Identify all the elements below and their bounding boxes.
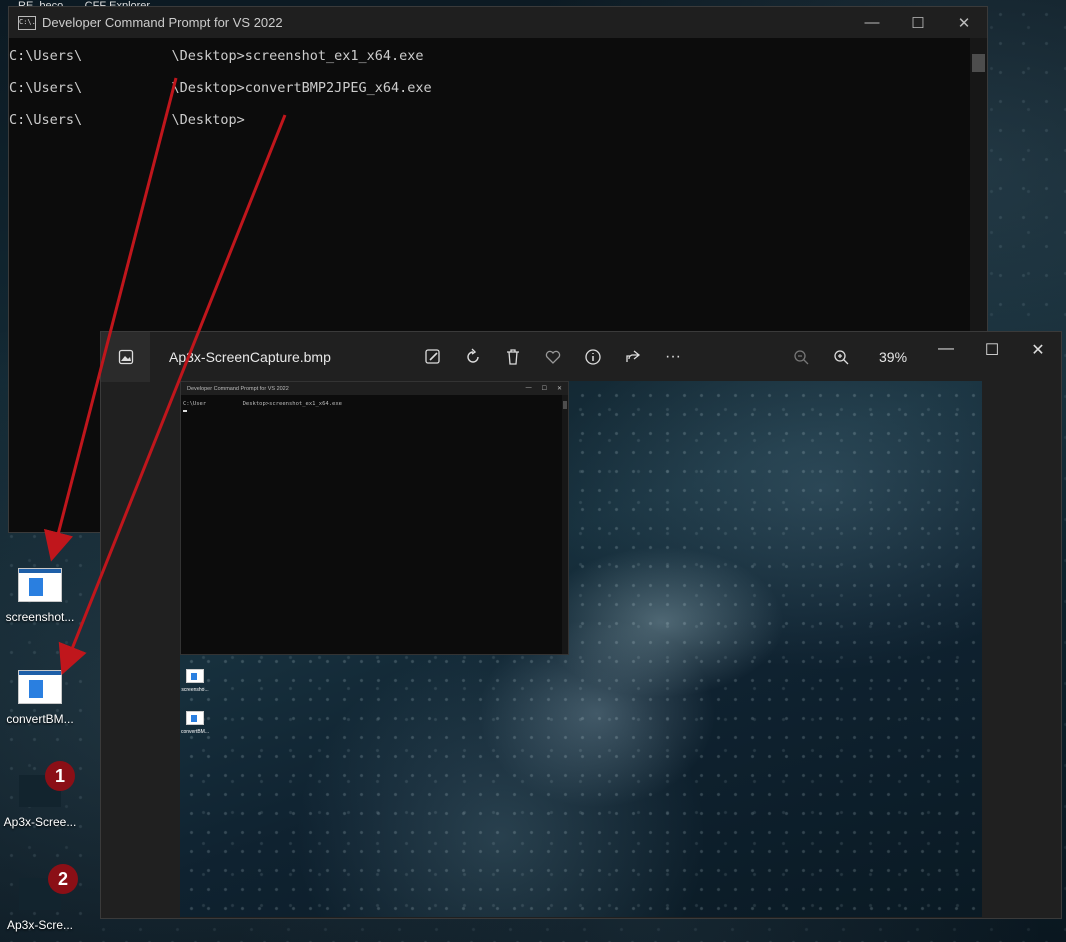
cmd-title: Developer Command Prompt for VS 2022: [42, 15, 283, 30]
thumbnail-titlebar: Developer Command Prompt for VS 2022 — ☐ ✕: [181, 382, 568, 395]
thumbnail-title: Developer Command Prompt for VS 2022: [187, 385, 289, 392]
desktop-icon-label: Ap3x-Scree...: [3, 815, 77, 829]
maximize-button[interactable]: ☐: [895, 14, 941, 32]
desktop-icon-label: Ap3x-Scre...: [6, 918, 74, 932]
cmd-app-icon: C:\.: [18, 15, 36, 30]
exe-window-icon: [18, 568, 62, 602]
minimize-button[interactable]: —: [923, 340, 969, 360]
thumbnail-scrollbar: [562, 395, 568, 654]
image-canvas[interactable]: Developer Command Prompt for VS 2022 — ☐ ✕…: [180, 381, 982, 917]
cmd-scrollbar-thumb[interactable]: [972, 54, 985, 72]
thumbnail-icon-label: convertBM...: [180, 729, 210, 735]
cmd-line: C:\Users\ \Desktop>: [9, 112, 245, 128]
info-icon[interactable]: [583, 347, 603, 367]
favorite-icon[interactable]: [543, 347, 563, 367]
desktop-icon-convert-exe[interactable]: convertBM...: [0, 670, 80, 726]
thumbnail-cursor: [183, 410, 187, 412]
cmd-console[interactable]: C:\Users\ \Desktop>screenshot_ex1_x64.ex…: [9, 38, 987, 144]
exe-window-icon: [18, 670, 62, 704]
desktop-icon-screenshot-exe[interactable]: screenshot...: [0, 568, 80, 624]
more-icon[interactable]: ···: [663, 347, 683, 367]
gallery-icon: [118, 349, 134, 365]
viewer-sidebar-toggle[interactable]: [101, 332, 150, 382]
delete-icon[interactable]: [503, 347, 523, 367]
cmd-line: C:\Users\ \Desktop>convertBMP2JPEG_x64.e…: [9, 80, 432, 96]
zoom-level[interactable]: 39%: [879, 349, 907, 365]
thumbnail-desktop-icon: screensho...: [180, 669, 210, 693]
step-badge: 1: [45, 761, 75, 791]
thumbnail-cmd-window: Developer Command Prompt for VS 2022 — ☐ ✕…: [180, 381, 569, 655]
exe-window-icon: [186, 669, 204, 683]
zoom-in-icon[interactable]: [831, 347, 851, 367]
edit-icon[interactable]: [423, 347, 443, 367]
thumbnail-line: C:\User Desktop>screenshot_ex1_x64.exe: [183, 401, 342, 407]
cmd-line: C:\Users\ \Desktop>screenshot_ex1_x64.ex…: [9, 48, 424, 64]
cmd-titlebar[interactable]: C:\. Developer Command Prompt for VS 202…: [9, 7, 987, 38]
exe-window-icon: [186, 711, 204, 725]
maximize-button[interactable]: ☐: [969, 340, 1015, 360]
photos-viewer-window: Ap3x-ScreenCapture.bmp ··· 39% — ☐ ✕ Dev…: [100, 331, 1062, 919]
rotate-icon[interactable]: [463, 347, 483, 367]
viewer-toolbar: Ap3x-ScreenCapture.bmp ··· 39% — ☐ ✕: [101, 332, 1061, 382]
share-icon[interactable]: [623, 347, 643, 367]
thumbnail-desktop-icon: convertBM...: [180, 711, 210, 735]
thumbnail-icon-label: screensho...: [181, 687, 209, 693]
close-button[interactable]: ✕: [1015, 340, 1061, 360]
viewer-title: Ap3x-ScreenCapture.bmp: [169, 349, 331, 365]
step-badge: 2: [48, 864, 78, 894]
zoom-out-icon[interactable]: [791, 347, 811, 367]
desktop-icon-label: convertBM...: [6, 712, 74, 726]
minimize-button[interactable]: —: [849, 14, 895, 32]
desktop-icon-label: screenshot...: [5, 610, 75, 624]
close-button[interactable]: ✕: [941, 14, 987, 32]
